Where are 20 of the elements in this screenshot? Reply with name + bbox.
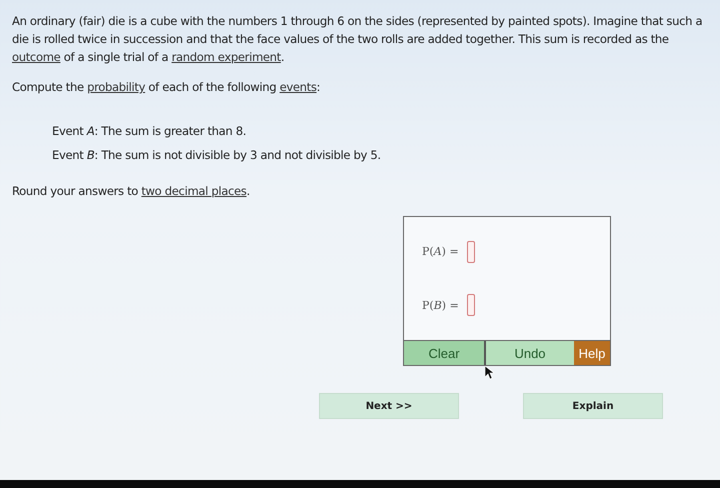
answer-field[interactable] xyxy=(466,294,475,316)
nav-button[interactable]: Next >> xyxy=(319,393,459,419)
problem-statement: An ordinary (fair) die is a cube with the numbers 1 through 6 on the sides (represented by painted spots). Imagine that such a die is rolled twice in succession and that the face values of the two rolls are added together. This sum is recorded as the outcome of a single trial of a random experiment. xyxy=(12,13,704,66)
probability-label: P(B) = xyxy=(422,298,459,312)
glossary-link[interactable]: two decimal places xyxy=(141,184,246,198)
glossary-link[interactable]: random experiment xyxy=(172,50,281,64)
tool-button[interactable]: Help xyxy=(574,341,610,365)
instruction-text: Compute the probability of each of the following events: xyxy=(12,79,322,96)
glossary-link[interactable]: outcome xyxy=(12,50,60,64)
event-definition: Event B: The sum is not divisible by 3 and not divisible by 5. xyxy=(52,147,382,164)
rounding-instruction: Round your answers to two decimal places. xyxy=(12,183,251,200)
mouse-pointer-icon xyxy=(485,366,495,380)
answer-field[interactable] xyxy=(466,240,475,263)
tool-button[interactable]: Undo xyxy=(486,341,574,365)
glossary-link[interactable]: probability xyxy=(87,80,146,94)
tool-button[interactable]: Clear xyxy=(404,341,486,365)
probability-label: P(A) = xyxy=(422,245,459,258)
event-definition: Event A: The sum is greater than 8. xyxy=(52,123,248,140)
glossary-link[interactable]: events xyxy=(280,80,317,94)
nav-button[interactable]: Explain xyxy=(523,393,663,419)
